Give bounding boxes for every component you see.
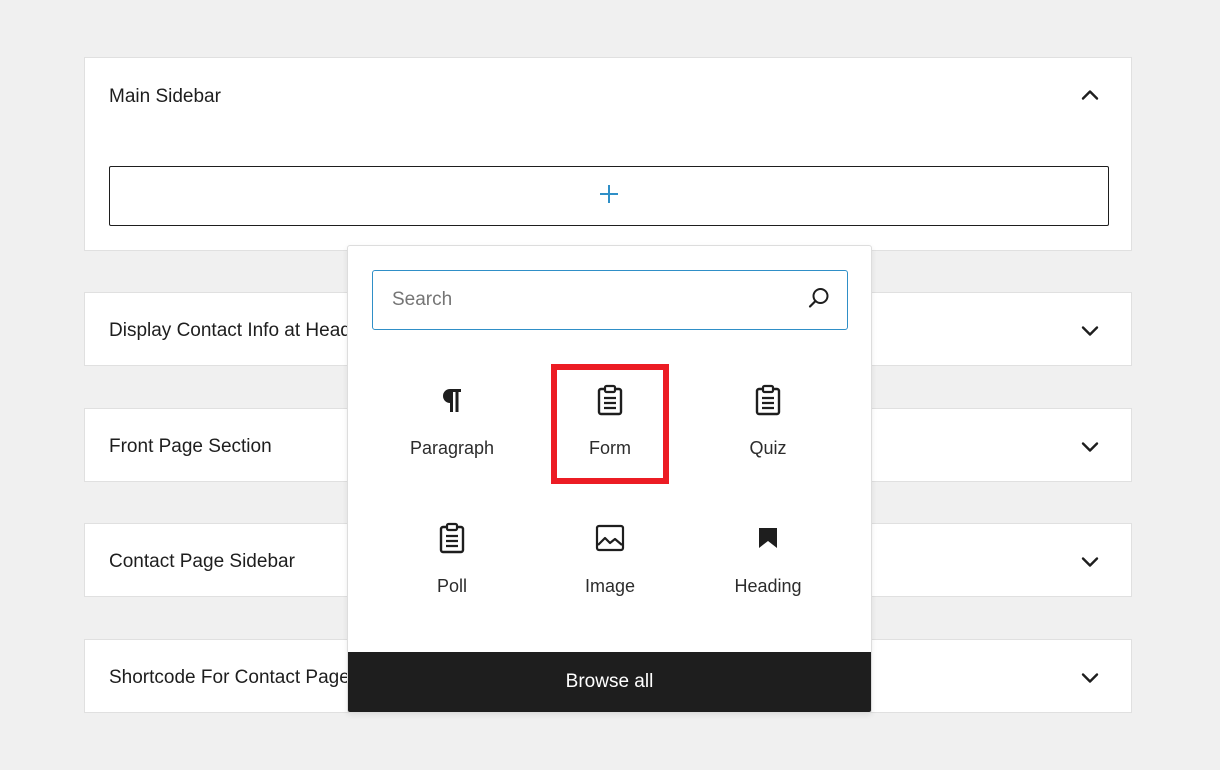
block-item-paragraph[interactable]: Paragraph (393, 364, 511, 484)
search-icon[interactable] (807, 286, 831, 315)
chevron-down-icon[interactable] (1079, 436, 1101, 458)
block-inserter-popover: Paragraph Form Quiz Poll Image (347, 245, 872, 713)
paragraph-icon (436, 384, 468, 416)
block-item-label: Heading (734, 576, 802, 596)
chevron-down-icon[interactable] (1079, 551, 1101, 573)
clipboard-icon (752, 384, 784, 416)
block-item-image[interactable]: Image (551, 502, 669, 622)
block-item-poll[interactable]: Poll (393, 502, 511, 622)
plus-icon (598, 183, 620, 210)
widget-area-title[interactable]: Contact Page Sidebar (109, 551, 295, 573)
block-item-heading[interactable]: Heading (709, 502, 827, 622)
block-item-quiz[interactable]: Quiz (709, 364, 827, 484)
widget-area-main-sidebar: Main Sidebar (84, 57, 1132, 251)
image-icon (594, 522, 626, 554)
block-item-label: Paragraph (409, 438, 495, 458)
bookmark-icon (752, 522, 784, 554)
add-block-button[interactable] (109, 166, 1109, 226)
widget-area-title[interactable]: Shortcode For Contact Page (109, 667, 350, 689)
block-item-label: Quiz (749, 438, 787, 458)
clipboard-icon (436, 522, 468, 554)
chevron-up-icon[interactable] (1079, 84, 1101, 106)
block-item-label: Image (584, 576, 636, 596)
block-item-label: Form (589, 438, 631, 458)
browse-all-button[interactable]: Browse all (348, 652, 871, 712)
clipboard-icon (594, 384, 626, 416)
block-search (372, 270, 848, 330)
widget-area-title[interactable]: Main Sidebar (109, 86, 221, 108)
chevron-down-icon[interactable] (1079, 320, 1101, 342)
block-item-label: Poll (436, 576, 467, 596)
widget-area-title[interactable]: Display Contact Info at Header (109, 320, 368, 342)
widget-area-title[interactable]: Front Page Section (109, 436, 272, 458)
block-search-input[interactable] (390, 288, 807, 312)
chevron-down-icon[interactable] (1079, 667, 1101, 689)
block-item-form[interactable]: Form (551, 364, 669, 484)
